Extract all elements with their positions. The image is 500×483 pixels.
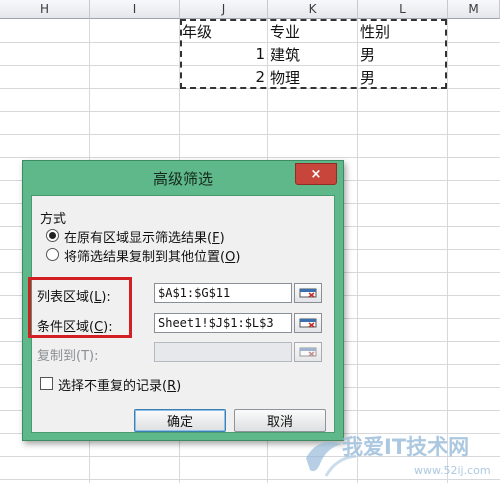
criteria-range-picker-button[interactable] xyxy=(294,313,322,333)
radio-inplace[interactable] xyxy=(46,229,59,242)
range-collapse-icon xyxy=(299,347,317,357)
column-header-m[interactable]: M xyxy=(448,0,500,19)
criteria-range-marquee xyxy=(180,19,447,89)
column-header-i[interactable]: I xyxy=(90,0,180,19)
swirl-logo-icon xyxy=(306,441,342,472)
criteria-range-input[interactable]: Sheet1!$J$1:$L$3 xyxy=(154,313,292,333)
column-header-h[interactable]: H xyxy=(0,0,90,19)
grid-line xyxy=(0,134,500,135)
list-range-picker-button[interactable] xyxy=(294,283,322,303)
copy-to-input[interactable] xyxy=(154,342,292,362)
close-icon: × xyxy=(310,166,322,182)
watermark-brand: 我爱IT技术网 xyxy=(342,435,469,459)
column-header-j[interactable]: J xyxy=(180,0,268,19)
highlight-annotation xyxy=(28,277,132,338)
close-button[interactable]: × xyxy=(295,163,337,185)
copy-to-label: 复制到(T): xyxy=(37,349,99,364)
site-watermark: 我爱IT技术网 www.52ij.com xyxy=(306,435,491,477)
grid-line xyxy=(0,111,500,112)
list-range-input[interactable]: $A$1:$G$11 xyxy=(154,283,292,303)
method-label: 方式 xyxy=(40,212,67,227)
watermark-url: www.52ij.com xyxy=(414,464,491,477)
option-copy-label[interactable]: 将筛选结果复制到其他位置(O) xyxy=(64,246,240,265)
column-header-l[interactable]: L xyxy=(358,0,448,19)
range-collapse-icon xyxy=(299,318,317,328)
unique-records-checkbox[interactable] xyxy=(40,377,53,390)
copy-to-picker-button[interactable] xyxy=(294,342,322,362)
column-header-k[interactable]: K xyxy=(268,0,358,19)
grid-line xyxy=(0,157,500,158)
range-collapse-icon xyxy=(299,288,317,298)
ok-button[interactable]: 确定 xyxy=(134,409,226,432)
option-inplace-label[interactable]: 在原有区域显示筛选结果(F) xyxy=(64,227,225,246)
swirl-logo-icon xyxy=(324,454,357,477)
radio-copy[interactable] xyxy=(46,248,59,261)
unique-records-label[interactable]: 选择不重复的记录(R) xyxy=(58,375,181,394)
